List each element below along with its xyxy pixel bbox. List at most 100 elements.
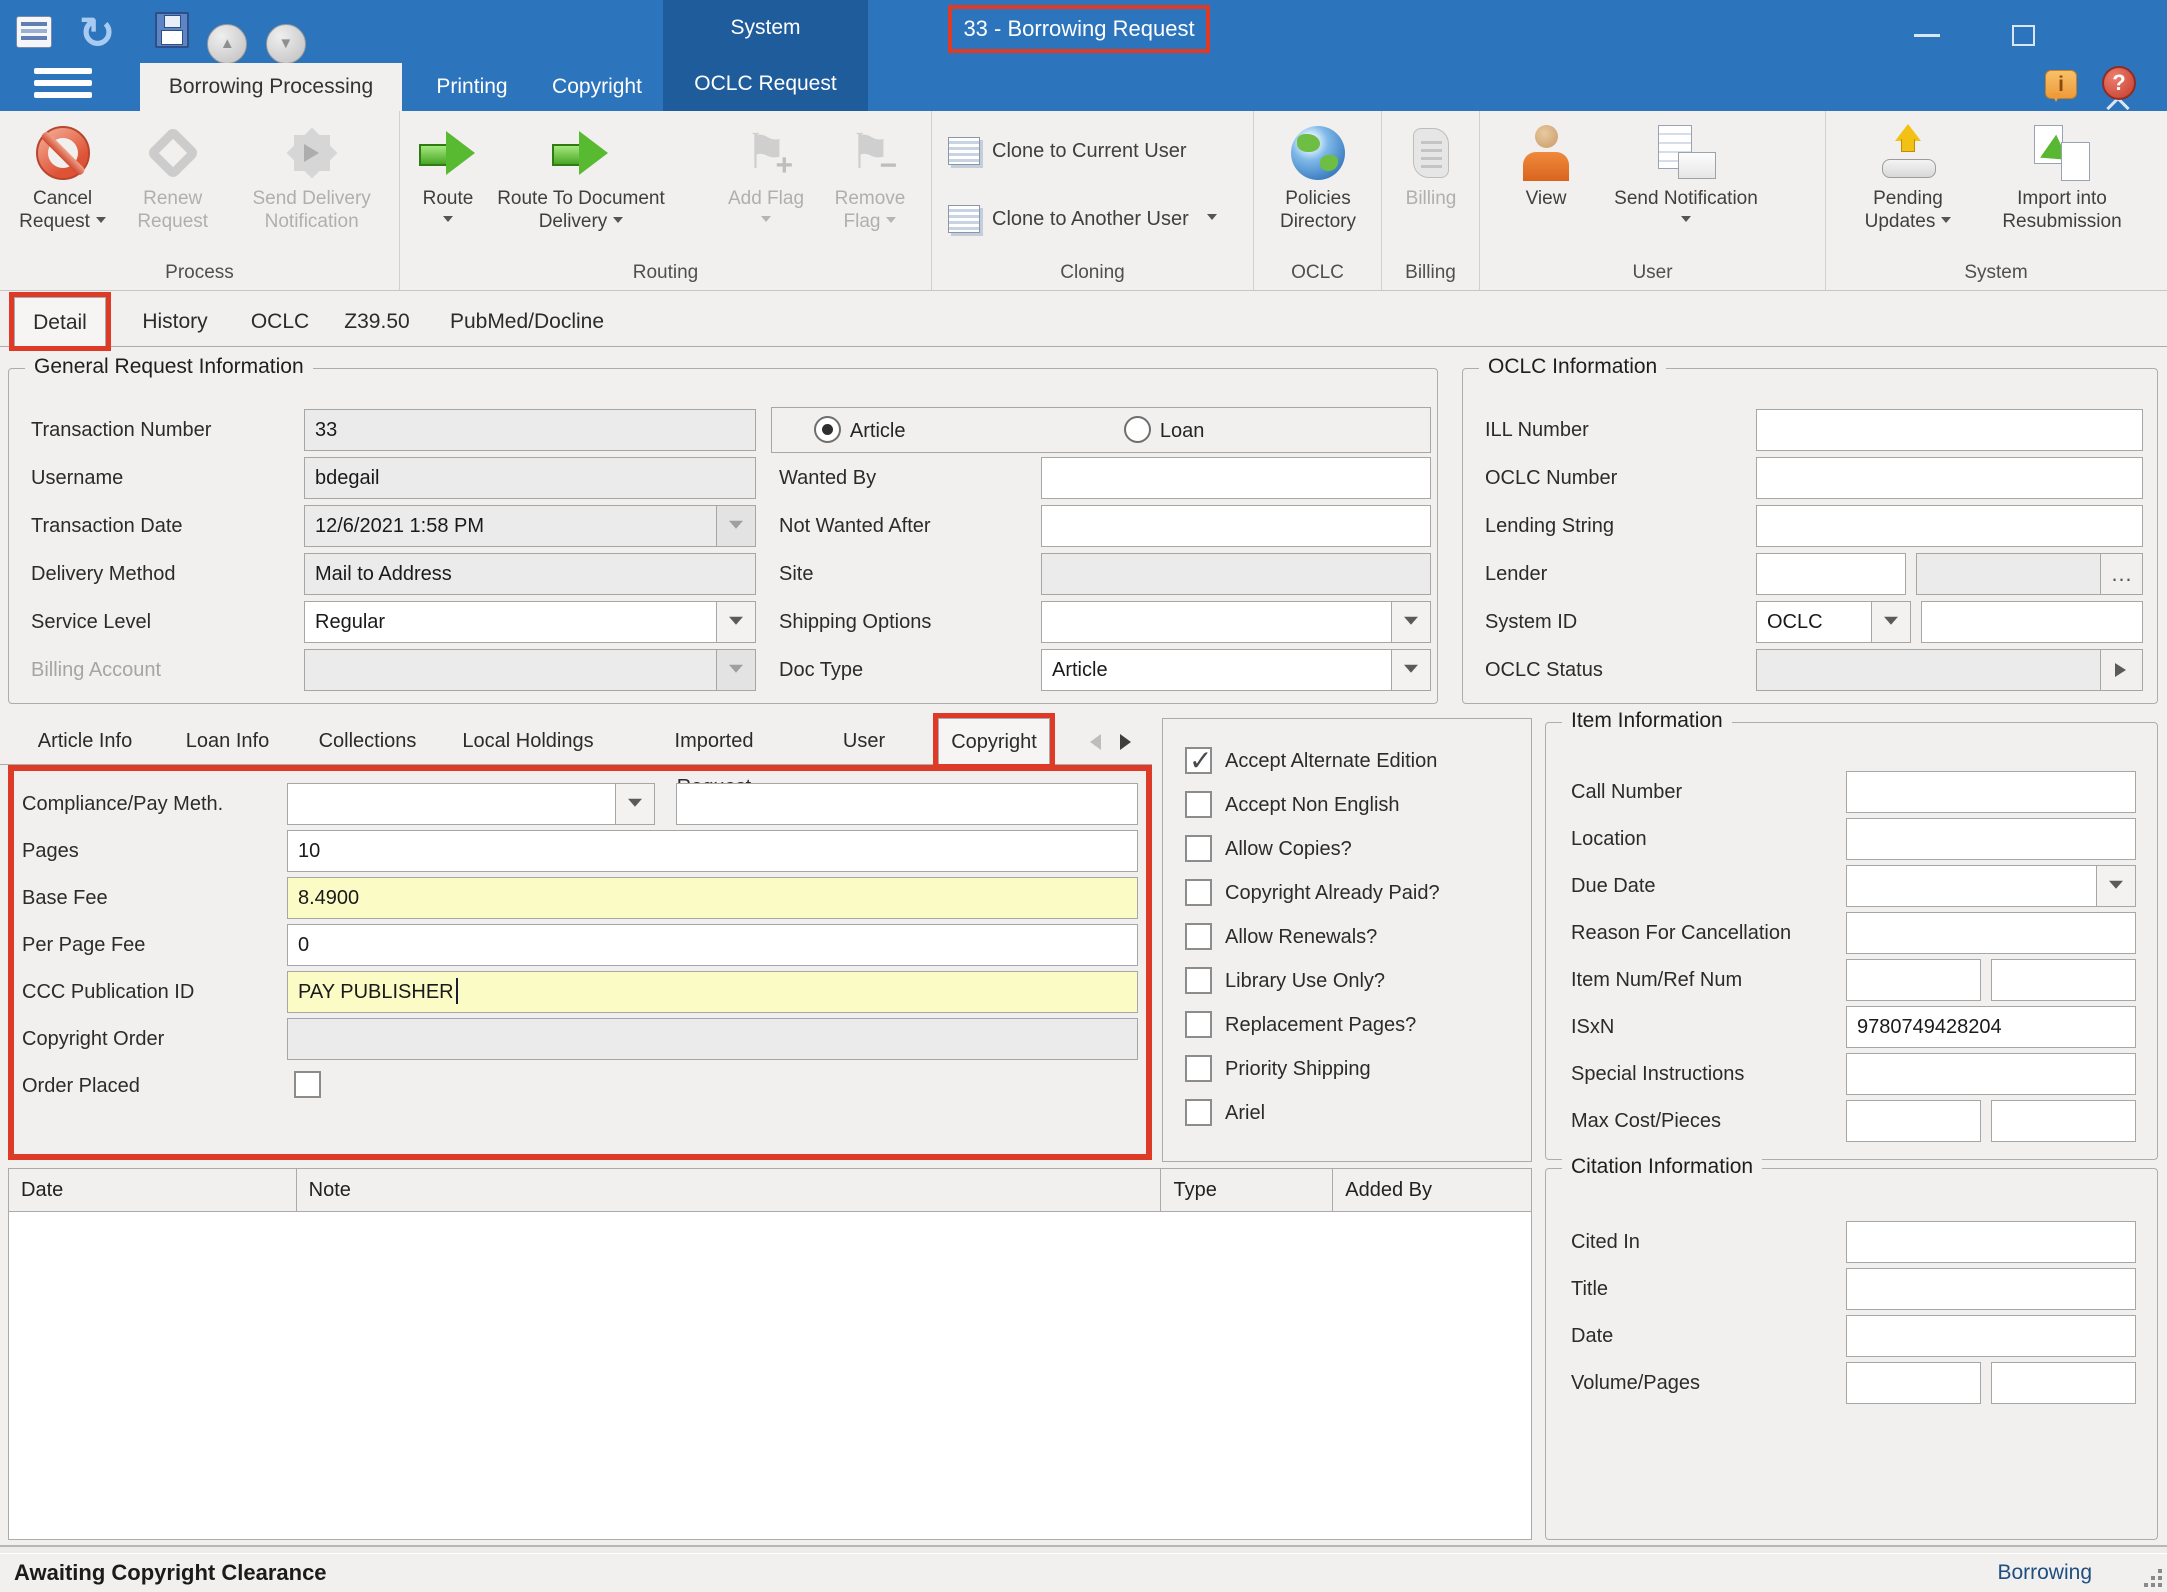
save-icon[interactable]: [155, 12, 189, 48]
maximize-button[interactable]: [2005, 18, 2041, 52]
due-date-combo[interactable]: [1846, 865, 2136, 907]
accept-non-english-checkbox[interactable]: [1185, 791, 1212, 818]
notes-col-added-by[interactable]: Added By: [1333, 1169, 1531, 1211]
clone-to-another-user-button[interactable]: Clone to Another User: [938, 193, 1227, 245]
menu-icon[interactable]: [34, 68, 92, 104]
shipping-options-combo[interactable]: [1041, 601, 1431, 643]
tab-scroll-right-icon[interactable]: [1120, 734, 1139, 750]
notes-table-body[interactable]: [8, 1212, 1532, 1540]
chevron-down-icon[interactable]: [1871, 601, 1911, 643]
chevron-down-icon[interactable]: [2096, 865, 2136, 907]
library-use-only-checkbox[interactable]: [1185, 967, 1212, 994]
ribbon-tab-copyright[interactable]: Copyright: [538, 63, 656, 111]
resize-grip[interactable]: [2142, 1567, 2162, 1587]
subtab-copyright[interactable]: Copyright: [938, 718, 1050, 764]
pieces-field[interactable]: [1991, 1100, 2136, 1142]
next-request-button[interactable]: [266, 24, 306, 64]
ref-num-field[interactable]: [1991, 959, 2136, 1001]
clone-to-current-user-button[interactable]: Clone to Current User: [938, 125, 1197, 177]
view-user-button[interactable]: View: [1504, 115, 1588, 260]
ill-number-field[interactable]: [1756, 409, 2143, 451]
refresh-icon[interactable]: [78, 10, 126, 58]
lender-field[interactable]: [1756, 553, 1906, 595]
import-into-resubmission-button[interactable]: Import into Resubmission: [1972, 115, 2152, 260]
order-placed-checkbox[interactable]: [294, 1071, 321, 1098]
tab-z3950[interactable]: Z39.50: [332, 297, 422, 346]
cancel-request-button[interactable]: Cancel Request: [6, 115, 119, 260]
session-grid-icon[interactable]: [16, 16, 52, 48]
notes-col-type[interactable]: Type: [1161, 1169, 1333, 1211]
ariel-checkbox[interactable]: [1185, 1099, 1212, 1126]
groupbox-title: OCLC Information: [1479, 355, 1666, 379]
system-id-combo[interactable]: OCLC: [1756, 601, 1911, 643]
base-fee-field[interactable]: 8.4900: [287, 877, 1138, 919]
radio-article[interactable]: Article: [814, 416, 905, 443]
minimize-button[interactable]: [1909, 18, 1945, 52]
citation-date-field[interactable]: [1846, 1315, 2136, 1357]
delivery-method-label: Delivery Method: [31, 553, 176, 595]
policies-directory-button[interactable]: Policies Directory: [1260, 115, 1376, 260]
send-notification-button[interactable]: Send Notification: [1588, 115, 1784, 260]
allow-copies-checkbox[interactable]: [1185, 835, 1212, 862]
pages-range-field[interactable]: [1991, 1362, 2136, 1404]
help-icon[interactable]: [2102, 66, 2136, 100]
service-level-combo[interactable]: Regular: [304, 601, 756, 643]
tab-detail[interactable]: Detail: [14, 297, 106, 346]
cited-in-field[interactable]: [1846, 1221, 2136, 1263]
notes-col-note[interactable]: Note: [297, 1169, 1162, 1211]
volume-field[interactable]: [1846, 1362, 1981, 1404]
ribbon-tab-printing[interactable]: Printing: [418, 63, 526, 111]
copyright-already-paid-checkbox[interactable]: [1185, 879, 1212, 906]
notes-col-date[interactable]: Date: [9, 1169, 297, 1211]
compliance-combo[interactable]: [287, 783, 655, 825]
subtab-local-holdings[interactable]: Local Holdings: [462, 718, 594, 764]
pay-method-field[interactable]: [676, 783, 1138, 825]
priority-shipping-checkbox[interactable]: [1185, 1055, 1212, 1082]
route-to-document-delivery-button[interactable]: Route To Document Delivery: [490, 115, 672, 260]
not-wanted-after-field[interactable]: [1041, 505, 1431, 547]
per-page-fee-field[interactable]: 0: [287, 924, 1138, 966]
allow-renewals-checkbox[interactable]: [1185, 923, 1212, 950]
chevron-down-icon[interactable]: [615, 783, 655, 825]
ribbon-tab-oclc-request[interactable]: OCLC Request: [663, 60, 868, 108]
route-button[interactable]: Route: [406, 115, 490, 260]
chevron-down-icon[interactable]: [716, 601, 756, 643]
lender-lookup-button[interactable]: …: [2100, 553, 2143, 595]
oclc-number-field[interactable]: [1756, 457, 2143, 499]
citation-title-field[interactable]: [1846, 1268, 2136, 1310]
chevron-down-icon[interactable]: [1391, 601, 1431, 643]
max-cost-field[interactable]: [1846, 1100, 1981, 1142]
ribbon-group-cloning: Clone to Current User Clone to Another U…: [932, 111, 1254, 290]
oclc-status-go-button[interactable]: [2100, 649, 2143, 691]
tab-pubmed-docline[interactable]: PubMed/Docline: [442, 297, 612, 346]
lending-string-field[interactable]: [1756, 505, 2143, 547]
pages-field[interactable]: 10: [287, 830, 1138, 872]
call-number-field[interactable]: [1846, 771, 2136, 813]
about-info-icon[interactable]: [2045, 70, 2077, 99]
tab-oclc[interactable]: OCLC: [240, 297, 320, 346]
pending-updates-button[interactable]: Pending Updates: [1844, 115, 1972, 260]
tab-history[interactable]: History: [130, 297, 220, 346]
reason-for-cancellation-field[interactable]: [1846, 912, 2136, 954]
order-placed-label: Order Placed: [22, 1065, 140, 1107]
special-instructions-field[interactable]: [1846, 1053, 2136, 1095]
subtab-collections[interactable]: Collections: [315, 718, 420, 764]
ribbon-tab-borrowing-processing[interactable]: Borrowing Processing: [140, 63, 402, 111]
previous-request-button[interactable]: [207, 24, 247, 64]
isxn-field[interactable]: 9780749428204: [1846, 1006, 2136, 1048]
radio-loan[interactable]: Loan: [1124, 416, 1204, 443]
ccc-publication-id-field[interactable]: PAY PUBLISHER: [287, 971, 1138, 1013]
system-id-value-field[interactable]: [1921, 601, 2143, 643]
subtab-article-info[interactable]: Article Info: [30, 718, 140, 764]
subtab-imported-request[interactable]: Imported Request: [636, 718, 792, 764]
subtab-loan-info[interactable]: Loan Info: [180, 718, 275, 764]
location-field[interactable]: [1846, 818, 2136, 860]
accept-alternate-edition-checkbox[interactable]: [1185, 747, 1212, 774]
replacement-pages-checkbox[interactable]: [1185, 1011, 1212, 1038]
doc-type-combo[interactable]: Article: [1041, 649, 1431, 691]
subtab-user[interactable]: User: [836, 718, 892, 764]
request-type-radio-group: Article Loan: [771, 407, 1431, 453]
item-num-field[interactable]: [1846, 959, 1981, 1001]
wanted-by-field[interactable]: [1041, 457, 1431, 499]
chevron-down-icon[interactable]: [1391, 649, 1431, 691]
